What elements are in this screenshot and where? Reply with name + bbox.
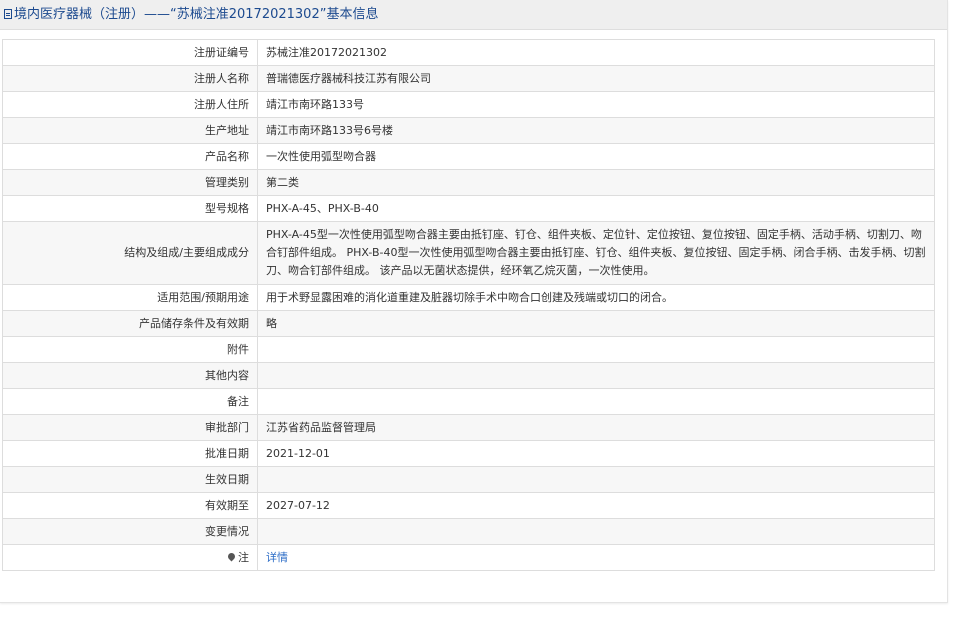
table-row: 产品名称 一次性使用弧型吻合器	[2, 143, 935, 170]
row-value: 苏械注准20172021302	[257, 39, 935, 66]
table-row: 有效期至 2027-07-12	[2, 492, 935, 519]
row-label: 型号规格	[2, 195, 258, 222]
table-row: 变更情况	[2, 518, 935, 545]
row-label: 审批部门	[2, 414, 258, 441]
table-row: 批准日期 2021-12-01	[2, 440, 935, 467]
row-value: 2021-12-01	[257, 440, 935, 467]
row-value: 江苏省药品监督管理局	[257, 414, 935, 441]
info-panel: 境内医疗器械（注册）——“苏械注准20172021302”基本信息 注册证编号 …	[0, 0, 948, 603]
row-value	[257, 518, 935, 545]
table-row: 管理类别 第二类	[2, 169, 935, 196]
row-label: 批准日期	[2, 440, 258, 467]
row-label: 其他内容	[2, 362, 258, 389]
title-bar: 境内医疗器械（注册）——“苏械注准20172021302”基本信息	[0, 0, 947, 30]
table-row: 结构及组成/主要组成成分 PHX-A-45型一次性使用弧型吻合器主要由抵钉座、钉…	[2, 221, 935, 285]
table-row-note: 注 详情	[2, 544, 935, 571]
row-value: 第二类	[257, 169, 935, 196]
table-row: 注册人住所 靖江市南环路133号	[2, 91, 935, 118]
info-table: 注册证编号 苏械注准20172021302 注册人名称 普瑞德医疗器械科技江苏有…	[2, 39, 935, 571]
row-label: 结构及组成/主要组成成分	[2, 221, 258, 285]
note-label: 注	[238, 550, 249, 564]
table-row: 型号规格 PHX-A-45、PHX-B-40	[2, 195, 935, 222]
row-value: 略	[257, 310, 935, 337]
row-value: 用于术野显露困难的消化道重建及脏器切除手术中吻合口创建及残端或切口的闭合。	[257, 284, 935, 311]
document-icon	[4, 9, 12, 19]
table-row: 产品储存条件及有效期 略	[2, 310, 935, 337]
row-value: 靖江市南环路133号	[257, 91, 935, 118]
table-row: 备注	[2, 388, 935, 415]
page-title: 境内医疗器械（注册）——“苏械注准20172021302”基本信息	[14, 7, 379, 22]
row-value: 普瑞德医疗器械科技江苏有限公司	[257, 65, 935, 92]
row-label: 生效日期	[2, 466, 258, 493]
row-value: 靖江市南环路133号6号楼	[257, 117, 935, 144]
row-value	[257, 466, 935, 493]
row-label: 附件	[2, 336, 258, 363]
table-row: 附件	[2, 336, 935, 363]
note-value-cell: 详情	[257, 544, 935, 571]
table-row: 适用范围/预期用途 用于术野显露困难的消化道重建及脏器切除手术中吻合口创建及残端…	[2, 284, 935, 311]
row-label: 管理类别	[2, 169, 258, 196]
row-label: 注册证编号	[2, 39, 258, 66]
table-row: 生产地址 靖江市南环路133号6号楼	[2, 117, 935, 144]
row-label: 生产地址	[2, 117, 258, 144]
table-row: 注册证编号 苏械注准20172021302	[2, 39, 935, 66]
map-pin-icon	[226, 551, 237, 561]
row-value	[257, 362, 935, 389]
note-label-cell: 注	[2, 544, 258, 571]
row-label: 适用范围/预期用途	[2, 284, 258, 311]
row-label: 产品储存条件及有效期	[2, 310, 258, 337]
row-value: PHX-A-45、PHX-B-40	[257, 195, 935, 222]
row-value: PHX-A-45型一次性使用弧型吻合器主要由抵钉座、钉仓、组件夹板、定位针、定位…	[257, 221, 935, 285]
table-row: 其他内容	[2, 362, 935, 389]
table-row: 审批部门 江苏省药品监督管理局	[2, 414, 935, 441]
row-value	[257, 336, 935, 363]
row-label: 有效期至	[2, 492, 258, 519]
row-label: 产品名称	[2, 143, 258, 170]
details-link[interactable]: 详情	[266, 551, 288, 564]
row-value: 一次性使用弧型吻合器	[257, 143, 935, 170]
row-label: 注册人住所	[2, 91, 258, 118]
row-value	[257, 388, 935, 415]
row-label: 注册人名称	[2, 65, 258, 92]
row-label: 变更情况	[2, 518, 258, 545]
page-title-container: 境内医疗器械（注册）——“苏械注准20172021302”基本信息	[4, 0, 378, 29]
row-value: 2027-07-12	[257, 492, 935, 519]
row-label: 备注	[2, 388, 258, 415]
table-row: 注册人名称 普瑞德医疗器械科技江苏有限公司	[2, 65, 935, 92]
table-row: 生效日期	[2, 466, 935, 493]
